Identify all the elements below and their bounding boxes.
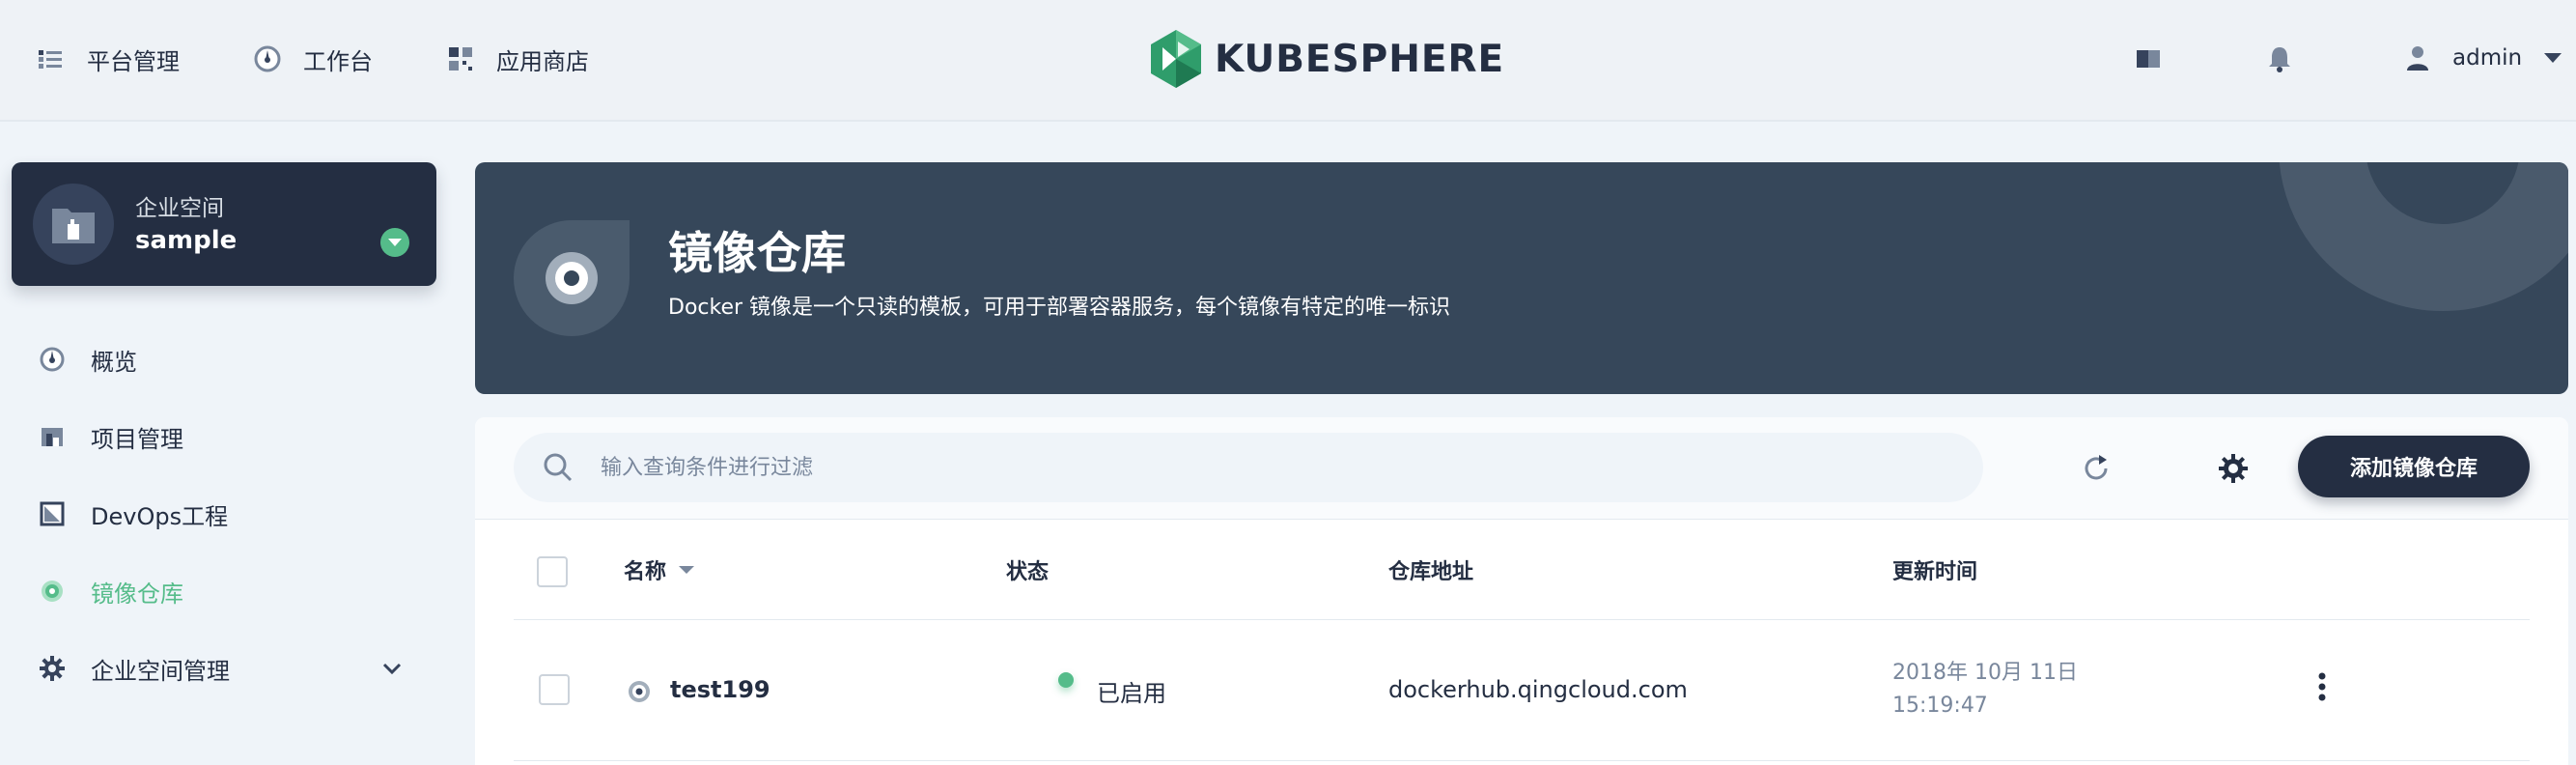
- dashboard-icon: [254, 45, 281, 72]
- row-checkbox[interactable]: [539, 674, 570, 705]
- project-icon: [42, 428, 63, 446]
- registry-name-link[interactable]: test199: [670, 676, 770, 703]
- user-icon: [2407, 46, 2428, 71]
- top-navbar: 平台管理 工作台 应用商店 KUBESPHERE admin: [0, 0, 2576, 122]
- sidebar-item-overview[interactable]: 概览: [39, 338, 406, 381]
- image-registry-icon: [546, 252, 598, 304]
- nav-platform-label: 平台管理: [87, 47, 180, 75]
- sidebar-item-label: 镜像仓库: [91, 580, 183, 608]
- gear-icon: [40, 656, 65, 681]
- status-dot-icon: [1058, 672, 1074, 688]
- status-label: 已启用: [1097, 680, 1166, 707]
- column-header-name[interactable]: 名称: [624, 554, 695, 585]
- image-registry-icon: [629, 681, 650, 702]
- updated-date: 2018年 10月 11日: [1892, 661, 2078, 685]
- registry-table-panel: 添加镜像仓库 名称 状态 仓库地址 更新时间 test199 已启用 docke…: [475, 417, 2568, 765]
- sidebar-item-label: 项目管理: [91, 425, 183, 453]
- logo-text: KUBESPHERE: [1215, 37, 1505, 81]
- select-all-checkbox[interactable]: [537, 556, 568, 587]
- sidebar-item-image-registry[interactable]: 镜像仓库: [39, 570, 406, 612]
- search-input[interactable]: [601, 455, 1952, 480]
- search-bar[interactable]: [514, 433, 1983, 502]
- banner-icon-container: [514, 220, 630, 336]
- bell-icon[interactable]: [2265, 44, 2294, 73]
- app-grid-icon: [449, 47, 472, 71]
- page-banner: 镜像仓库 Docker 镜像是一个只读的模板，可用于部署容器服务，每个镜像有特定…: [475, 162, 2568, 394]
- page-title: 镜像仓库: [668, 227, 846, 279]
- workspace-type-label: 企业空间: [135, 196, 224, 221]
- workspace-name: sample: [135, 226, 238, 255]
- book-icon[interactable]: [2134, 44, 2163, 73]
- list-icon: [39, 50, 62, 69]
- settings-gear-icon[interactable]: [2217, 452, 2250, 485]
- sidebar-item-label: DevOps工程: [91, 502, 229, 530]
- dashboard-icon: [40, 347, 65, 372]
- nav-workbench[interactable]: 工作台: [253, 37, 373, 81]
- username: admin: [2452, 45, 2523, 71]
- table-row[interactable]: test199 已启用 dockerhub.qingcloud.com 2018…: [514, 620, 2530, 761]
- more-actions-icon[interactable]: [2306, 670, 2338, 703]
- nav-platform-management[interactable]: 平台管理: [37, 37, 180, 81]
- registry-address: dockerhub.qingcloud.com: [1388, 676, 1688, 703]
- sidebar-item-label: 企业空间管理: [91, 657, 230, 685]
- updated-time: 15:19:47: [1892, 694, 1988, 718]
- search-icon: [544, 453, 573, 482]
- nav-app-store[interactable]: 应用商店: [446, 37, 589, 81]
- refresh-icon[interactable]: [2080, 452, 2113, 485]
- table-toolbar: 添加镜像仓库: [475, 417, 2568, 520]
- devops-icon: [40, 501, 65, 526]
- sidebar-item-label: 概览: [91, 348, 137, 376]
- sidebar-item-projects[interactable]: 项目管理: [39, 415, 406, 458]
- caret-down-icon: [2544, 53, 2562, 63]
- user-menu[interactable]: admin: [2404, 39, 2562, 77]
- sort-caret-icon: [679, 566, 695, 574]
- workspace-dropdown-toggle[interactable]: [380, 228, 409, 257]
- kubesphere-logo-icon: [1151, 30, 1201, 88]
- add-registry-button[interactable]: 添加镜像仓库: [2298, 436, 2530, 497]
- table-header: 名称 状态 仓库地址 更新时间: [514, 520, 2530, 620]
- chevron-down-icon[interactable]: [378, 655, 406, 682]
- sidebar-item-devops[interactable]: DevOps工程: [39, 493, 406, 535]
- folder-icon: [52, 209, 95, 243]
- nav-app-store-label: 应用商店: [496, 47, 589, 75]
- column-header-status: 状态: [1006, 560, 1050, 584]
- page-description: Docker 镜像是一个只读的模板，可用于部署容器服务，每个镜像有特定的唯一标识: [668, 296, 1451, 320]
- column-header-label: 名称: [624, 560, 667, 584]
- image-registry-icon: [42, 581, 63, 602]
- column-header-updated: 更新时间: [1892, 560, 1978, 584]
- nav-workbench-label: 工作台: [303, 47, 373, 75]
- banner-decoration: [2279, 162, 2568, 311]
- caret-down-icon: [388, 239, 402, 246]
- kubesphere-logo[interactable]: KUBESPHERE: [1149, 27, 1504, 91]
- workspace-selector[interactable]: 企业空间 sample: [12, 162, 436, 286]
- workspace-avatar: [33, 184, 114, 265]
- sidebar-item-workspace-settings[interactable]: 企业空间管理: [39, 647, 406, 690]
- column-header-address: 仓库地址: [1388, 560, 1474, 584]
